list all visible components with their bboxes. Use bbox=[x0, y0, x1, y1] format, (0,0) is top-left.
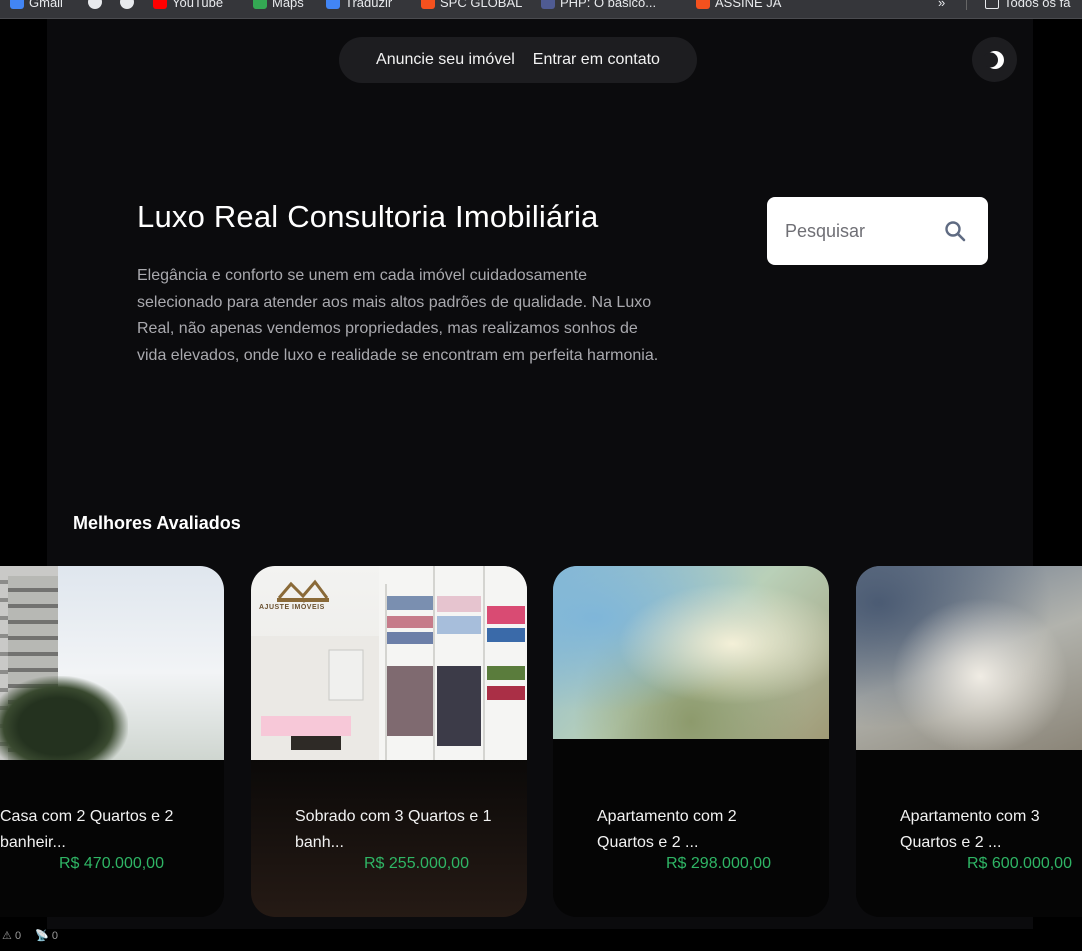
property-price: R$ 470.000,00 bbox=[59, 855, 164, 872]
property-price: R$ 298.000,00 bbox=[666, 855, 771, 872]
warning-status[interactable]: ⚠ 0 bbox=[2, 929, 21, 942]
property-card[interactable]: Casa com 2 Quartos e 2 banheir... R$ 470… bbox=[0, 566, 224, 917]
property-title: Apartamento com 2 Quartos e 2 ... bbox=[597, 808, 737, 851]
property-image bbox=[856, 566, 1082, 750]
folder-icon bbox=[985, 0, 999, 9]
property-title: Apartamento com 3 Quartos e 2 ... bbox=[900, 808, 1040, 851]
bookmark-spc[interactable]: SPC GLOBAL bbox=[421, 0, 522, 12]
maps-icon bbox=[253, 0, 267, 9]
bookmark-label: SPC GLOBAL bbox=[440, 0, 523, 10]
property-card[interactable]: AJUSTE IMÓVEIS Sobrado com 3 Quartos e 1… bbox=[251, 566, 527, 917]
broadcast-status[interactable]: 📡 0 bbox=[35, 929, 58, 942]
bookmark-label: Gmail bbox=[29, 0, 63, 10]
closet-logo-text: AJUSTE IMÓVEIS bbox=[259, 604, 325, 611]
card-info: Casa com 2 Quartos e 2 banheir... R$ 470… bbox=[0, 760, 224, 917]
spc-icon bbox=[421, 0, 435, 9]
bookmark-php[interactable]: PHP: O básico... bbox=[541, 0, 656, 12]
bookmark-label: Todos os fa bbox=[1004, 0, 1071, 10]
broadcast-icon: 📡 bbox=[35, 930, 49, 942]
php-icon bbox=[541, 0, 555, 9]
search-icon bbox=[945, 221, 966, 242]
circle-icon bbox=[120, 0, 134, 9]
property-card[interactable]: Apartamento com 2 Quartos e 2 ... R$ 298… bbox=[553, 566, 829, 917]
property-price: R$ 600.000,00 bbox=[967, 855, 1072, 872]
youtube-icon bbox=[153, 0, 167, 9]
divider bbox=[966, 0, 967, 10]
closet-illustration bbox=[251, 566, 527, 760]
hero-title: Luxo Real Consultoria Imobiliária bbox=[137, 199, 599, 234]
property-card[interactable]: Apartamento com 3 Quartos e 2 ... R$ 600… bbox=[856, 566, 1082, 917]
bookmark-label: PHP: O básico... bbox=[560, 0, 657, 10]
property-image bbox=[0, 566, 224, 760]
chevron-double-right-icon: » bbox=[938, 0, 946, 10]
bookmark-maps[interactable]: Maps bbox=[253, 0, 304, 12]
card-info: Apartamento com 2 Quartos e 2 ... R$ 298… bbox=[553, 760, 829, 917]
circle-icon bbox=[88, 0, 102, 9]
warning-count: 0 bbox=[14, 930, 22, 942]
bookmarks-bar: Gmail YouTube Maps Traduzir SPC GLOBAL P… bbox=[0, 0, 1082, 19]
bookmark-label: ASSINE JA bbox=[715, 0, 782, 10]
contact-link[interactable]: Entrar em contato bbox=[533, 51, 660, 69]
card-info: Sobrado com 3 Quartos e 1 banh... R$ 255… bbox=[251, 760, 527, 917]
assine-icon bbox=[696, 0, 710, 9]
section-title: Melhores Avaliados bbox=[73, 513, 241, 533]
card-info: Apartamento com 3 Quartos e 2 ... R$ 600… bbox=[856, 760, 1082, 917]
all-bookmarks-button[interactable]: Todos os fa bbox=[985, 0, 1071, 12]
warning-icon: ⚠ bbox=[2, 930, 12, 942]
bookmark-traduzir[interactable]: Traduzir bbox=[326, 0, 392, 12]
moon-icon bbox=[983, 50, 1004, 69]
hero-description: Elegância e conforto se unem em cada imó… bbox=[137, 267, 659, 364]
bookmark-gmail[interactable]: Gmail bbox=[10, 0, 63, 12]
bookmark-youtube[interactable]: YouTube bbox=[153, 0, 223, 12]
property-title: Casa com 2 Quartos e 2 banheir... bbox=[0, 808, 174, 851]
property-price: R$ 255.000,00 bbox=[364, 855, 469, 872]
bookmark-label: Traduzir bbox=[345, 0, 393, 10]
search-button[interactable] bbox=[940, 216, 970, 246]
announce-property-link[interactable]: Anuncie seu imóvel bbox=[376, 51, 515, 69]
status-bar: ⚠ 0 📡 0 bbox=[0, 929, 58, 942]
property-title: Sobrado com 3 Quartos e 1 banh... bbox=[295, 808, 492, 851]
broadcast-count: 0 bbox=[51, 930, 58, 942]
top-nav: Anuncie seu imóvel Entrar em contato bbox=[339, 37, 697, 83]
property-image bbox=[553, 566, 829, 739]
property-image: AJUSTE IMÓVEIS bbox=[251, 566, 527, 760]
search-input[interactable] bbox=[785, 217, 935, 245]
bookmark-2[interactable] bbox=[120, 0, 134, 12]
bookmark-assine[interactable]: ASSINE JA bbox=[696, 0, 781, 12]
palm-trees-shape bbox=[0, 676, 128, 760]
bookmark-label: Maps bbox=[272, 0, 304, 10]
theme-toggle-button[interactable] bbox=[972, 37, 1017, 82]
bookmark-label: YouTube bbox=[172, 0, 224, 10]
translate-icon bbox=[326, 0, 340, 9]
bookmark-1[interactable] bbox=[88, 0, 102, 12]
gmail-icon bbox=[10, 0, 24, 9]
bookmarks-overflow-button[interactable]: » bbox=[938, 0, 945, 12]
